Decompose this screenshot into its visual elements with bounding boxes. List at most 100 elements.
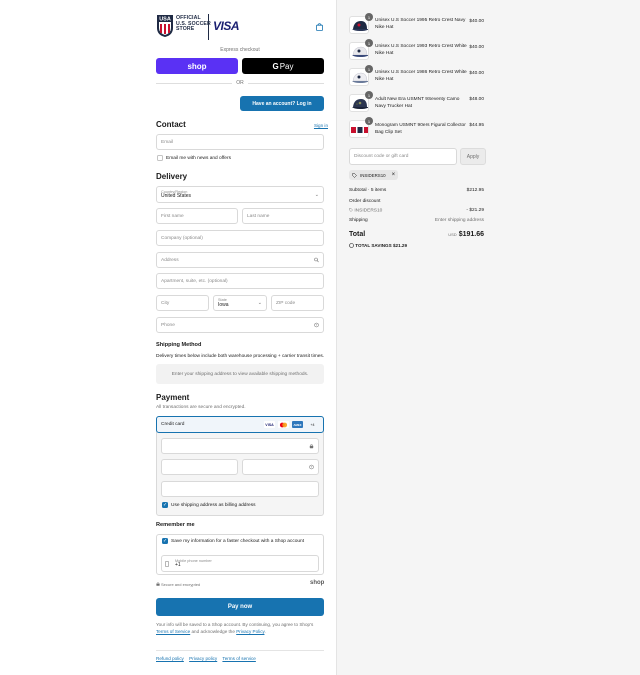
help-icon[interactable]: ? — [314, 322, 319, 328]
apartment-field[interactable]: Apartment, suite, etc. (optional) — [156, 273, 324, 289]
first-name-field[interactable]: First name — [156, 208, 238, 224]
order-discount-row: Order discount — [349, 199, 484, 204]
shop-privacy-link[interactable]: Privacy Policy — [236, 629, 264, 634]
discount-code-field[interactable]: Discount code or gift card — [349, 148, 457, 165]
save-info-checkbox[interactable]: ✓ — [162, 538, 168, 544]
shop-pay-button[interactable]: shop — [156, 58, 238, 74]
shipping-value: Enter shipping address — [434, 218, 484, 223]
shop-logo: shop — [310, 580, 325, 586]
shipping-note: Delivery times below include both wareho… — [156, 354, 325, 359]
last-name-field[interactable]: Last name — [242, 208, 324, 224]
product-price: $40.00 — [469, 71, 484, 76]
billing-address-checkbox[interactable]: ✓ — [162, 502, 168, 508]
currency-label: USD — [448, 232, 457, 237]
more-cards-badge: +4 — [310, 422, 315, 427]
apply-discount-button[interactable]: Apply — [460, 148, 486, 165]
country-value: United States — [161, 193, 192, 199]
country-select[interactable]: Country/Region United States ⌄ — [156, 186, 324, 203]
visa-card-icon: VISA — [264, 421, 275, 428]
footer-links: Refund policy Privacy policy Terms of se… — [156, 656, 260, 661]
subtotal-row: Subtotal · 5 items $212.95 — [349, 188, 484, 193]
product-name: Monogram USMNT 90ers Figural Collector B… — [375, 123, 466, 135]
mobile-phone-value: +1 — [175, 562, 181, 568]
remember-me-heading: Remember me — [156, 522, 195, 528]
mastercard-icon — [278, 421, 289, 428]
savings-row: TOTAL SAVINGS $21.29 — [349, 243, 484, 249]
search-icon — [314, 257, 319, 263]
phone-field[interactable]: Phone ? — [156, 317, 324, 333]
subtotal-value: $212.95 — [466, 188, 484, 193]
remove-discount-icon[interactable]: × — [392, 172, 396, 178]
save-info-label: Save my information for a faster checkou… — [171, 539, 305, 544]
sign-in-link[interactable]: Sign in — [314, 123, 328, 128]
tag-icon — [352, 172, 357, 178]
total-amount: USD $191.66 — [448, 231, 484, 238]
terms-end: . — [264, 629, 266, 634]
lock-icon — [309, 444, 314, 449]
svg-text:?: ? — [316, 323, 318, 327]
chevron-down-icon: ⌄ — [257, 300, 262, 306]
product-name: Unisex U.S Soccer 1993 Retro Crest White… — [375, 44, 467, 56]
delivery-heading: Delivery — [156, 172, 188, 181]
google-g-icon: G — [272, 61, 279, 71]
quantity-badge: 1 — [365, 91, 373, 99]
tag-icon — [349, 208, 353, 212]
amex-card-icon: AMEX — [292, 421, 303, 428]
applied-discount-tag: INSIDERS10 × — [349, 170, 399, 180]
savings-value: $21.29 — [392, 243, 408, 248]
total-value: $191.66 — [458, 231, 484, 238]
address-field[interactable]: Address — [156, 252, 324, 268]
footer-divider — [156, 650, 324, 651]
help-icon[interactable]: ? — [309, 464, 314, 470]
store-line-3: STORE — [176, 26, 195, 33]
express-checkout-label: Express checkout — [220, 47, 260, 53]
billing-address-label: Use shipping address as billing address — [171, 503, 256, 508]
state-select[interactable]: State Iowa ⌄ — [213, 295, 267, 311]
phone-placeholder: Phone — [161, 322, 175, 328]
total-row: Total USD $191.66 — [349, 231, 484, 238]
company-field[interactable]: Company (optional) — [156, 230, 324, 246]
us-soccer-crest-logo[interactable]: USA — [156, 14, 174, 38]
card-number-field[interactable] — [161, 438, 319, 454]
product-name: Adult New Era USMNT 9Seventy Camo Navy T… — [375, 97, 460, 109]
product-price: $48.00 — [469, 97, 484, 102]
shopping-bag-icon[interactable] — [316, 23, 323, 31]
savings-tag-icon — [349, 243, 354, 249]
refund-policy-link[interactable]: Refund policy — [156, 656, 184, 661]
mobile-phone-icon — [165, 561, 169, 567]
city-field[interactable]: City — [156, 295, 209, 311]
quantity-badge: 1 — [365, 117, 373, 125]
discount-code-row: INSIDERS10 - $21.29 — [349, 208, 484, 213]
zip-field[interactable]: ZIP code — [271, 295, 324, 311]
google-pay-button[interactable]: G Pay — [242, 58, 324, 74]
pay-now-button[interactable]: Pay now — [156, 598, 324, 616]
terms-text: Your info will be saved to a Shop accoun… — [156, 621, 324, 635]
quantity-badge: 1 — [365, 65, 373, 73]
discount-value: - $21.29 — [466, 208, 484, 213]
secure-label: Secure and encrypted — [161, 582, 201, 587]
shipping-label: Shipping — [349, 218, 368, 223]
shop-terms-link[interactable]: Terms of Service — [156, 629, 190, 634]
login-button[interactable]: Have an account? Log in — [240, 96, 324, 111]
subtotal-label: Subtotal · 5 items — [349, 188, 387, 193]
news-checkbox[interactable] — [157, 155, 163, 161]
store-name: OFFICIAL U.S. SOCCER STORE — [176, 15, 211, 33]
mobile-phone-field[interactable]: Mobile phone number +1 — [161, 555, 319, 572]
or-label: OR — [236, 80, 244, 86]
visa-sponsor-logo: VISA — [213, 19, 240, 33]
contact-heading: Contact — [156, 120, 186, 129]
expiration-field[interactable] — [161, 459, 238, 475]
svg-text:?: ? — [311, 465, 313, 469]
shipping-placeholder: Enter your shipping address to view avai… — [156, 364, 324, 384]
privacy-policy-link[interactable]: Privacy policy — [189, 656, 217, 661]
security-code-field[interactable]: ? — [242, 459, 319, 475]
crest-text: USA — [159, 17, 171, 23]
quantity-badge: 1 — [365, 39, 373, 47]
terms-of-service-link[interactable]: Terms of service — [222, 656, 255, 661]
discount-code-label: INSIDERS10 — [354, 208, 383, 214]
product-name: Unisex U.S Soccer 1995 Retro Crest Navy … — [375, 18, 466, 30]
name-on-card-field[interactable] — [161, 481, 319, 497]
order-discount-label: Order discount — [349, 199, 381, 204]
state-value: Iowa — [218, 301, 229, 308]
email-field[interactable]: Email — [156, 134, 324, 150]
